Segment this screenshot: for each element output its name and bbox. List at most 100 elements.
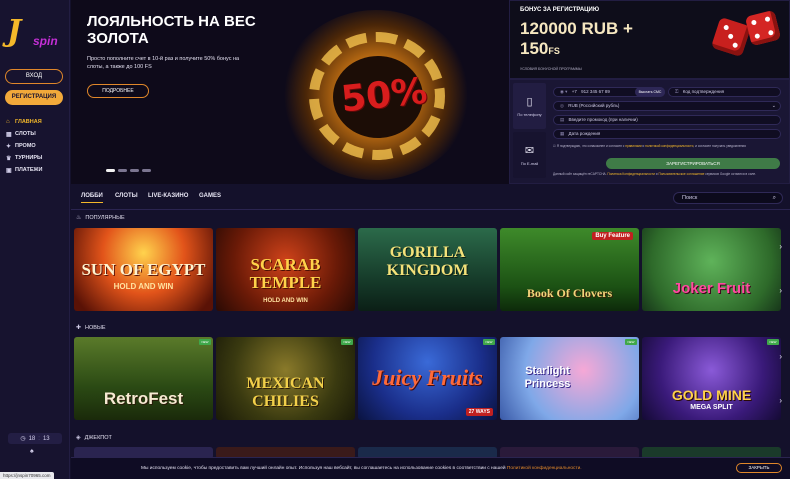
key-icon: ⚿: [675, 89, 679, 94]
code-field[interactable]: ⚿ Код подтверждения: [668, 87, 781, 97]
logo-text: spin: [33, 34, 58, 48]
sidebar-nav: ⌂ ГЛАВНАЯ ▦ СЛОТЫ ✦ ПРОМО ♛ ТУРНИРЫ ▣ ПЛ…: [6, 116, 42, 176]
game-subtitle: HOLD AND WIN: [263, 298, 308, 304]
promo-field[interactable]: ▤ Введите промокод (при наличии): [553, 115, 781, 125]
sidebar-item-label: ТУРНИРЫ: [15, 155, 43, 161]
cookie-text: Мы используем cookie, чтобы предоставить…: [141, 466, 582, 471]
google-terms-link[interactable]: Пользовательское соглашение: [658, 172, 704, 176]
phone-prefix: +7: [571, 89, 577, 94]
bonus-fs-number: 150: [520, 39, 549, 58]
game-card[interactable]: SCARAB TEMPLE HOLD AND WIN: [216, 228, 355, 311]
sidebar-item-label: СЛОТЫ: [15, 131, 36, 137]
clock-separator: :: [38, 435, 40, 442]
tab-lobby[interactable]: ЛОББИ: [81, 193, 103, 203]
send-sms-button[interactable]: Выслать СМС: [635, 87, 665, 97]
jackpot-icon: ◈: [76, 435, 81, 441]
cookie-banner: Мы используем cookie, чтобы предоставить…: [71, 457, 790, 479]
slider-dot[interactable]: [142, 169, 151, 172]
promo-icon: ✦: [6, 143, 12, 150]
consent-checkbox-text[interactable]: ☑ Я подтверждаю, что ознакомлен и соглас…: [553, 144, 785, 148]
chevron-down-icon: ⌄: [771, 103, 776, 109]
scroll-right-icon[interactable]: ›: [779, 396, 782, 405]
scroll-right-icon[interactable]: ›: [779, 242, 782, 251]
game-card[interactable]: NEW GOLD MINE MEGA SPLIT: [642, 337, 781, 420]
bonus-fs-suffix: FS: [548, 46, 560, 56]
phone-value: 912 345 67 89: [581, 89, 610, 94]
hero-banner[interactable]: 50% ЛОЯЛЬНОСТЬ НА ВЕС ЗОЛОТА Просто попо…: [71, 0, 509, 184]
tab-games[interactable]: GAMES: [199, 193, 221, 199]
register-button[interactable]: РЕГИСТРАЦИЯ: [5, 90, 63, 105]
search-placeholder: Поиск: [682, 195, 698, 201]
currency-select[interactable]: ◎ RUB (Российский рубль) ⌄: [553, 101, 781, 111]
calendar-icon: ▦: [560, 131, 565, 136]
login-button[interactable]: ВХОД: [5, 69, 63, 84]
registration-form: ▯ По телефону ✉ По E-mail ◉ ▾ +7 912 345…: [509, 79, 790, 184]
status-url: https://jnspin70965.com: [0, 472, 54, 479]
search-input[interactable]: Поиск ⌕: [673, 192, 783, 204]
game-title: SCARAB TEMPLE: [249, 255, 322, 292]
recaptcha-note: Данный сайт защищён reCAPTCHA. Политика …: [553, 172, 785, 176]
cookie-privacy-link[interactable]: Политикой конфиденциальности.: [507, 466, 582, 471]
game-card[interactable]: Joker Fruit: [642, 228, 781, 311]
clock-hours: 18: [28, 435, 36, 442]
spade-icon[interactable]: ♠: [30, 448, 34, 455]
slider-dot[interactable]: [106, 169, 115, 172]
game-title: SUN OF EGYPT: [81, 260, 206, 279]
new-badge: NEW: [199, 339, 211, 345]
bonus-terms-link[interactable]: УСЛОВИЯ БОНУСНОЙ ПРОГРАММЫ: [520, 67, 582, 71]
sidebar-item-promo[interactable]: ✦ ПРОМО: [6, 140, 42, 152]
hero-more-button[interactable]: ПОДРОБНЕЕ: [87, 84, 149, 98]
divider: [71, 209, 790, 210]
birthdate-placeholder: Дата рождения: [568, 131, 601, 136]
sidebar-item-home[interactable]: ⌂ ГЛАВНАЯ: [6, 116, 42, 128]
tab-phone[interactable]: ▯ По телефону: [513, 83, 546, 129]
logo[interactable]: J spin: [7, 14, 59, 56]
google-privacy-link[interactable]: Политика Конфиденциальности: [607, 172, 654, 176]
game-card[interactable]: NEW Juicy Fruits 27 WAYS: [358, 337, 497, 420]
scroll-right-icon[interactable]: ›: [779, 352, 782, 361]
game-subtitle: MEGA SPLIT: [690, 404, 733, 411]
section-title: НОВЫЕ: [85, 324, 106, 331]
game-card[interactable]: NEW RetroFest: [74, 337, 213, 420]
slider-dots: [106, 169, 151, 172]
tab-slots[interactable]: СЛОТЫ: [115, 193, 138, 199]
slider-dot[interactable]: [130, 169, 139, 172]
scroll-right-icon[interactable]: ›: [779, 286, 782, 295]
game-card[interactable]: GORILLA KINGDOM: [358, 228, 497, 311]
popular-games-row: SUN OF EGYPT HOLD AND WIN SCARAB TEMPLE …: [74, 228, 781, 311]
game-card[interactable]: SUN OF EGYPT HOLD AND WIN: [74, 228, 213, 311]
mail-icon: ✉: [524, 145, 535, 157]
cookie-close-button[interactable]: ЗАКРЫТЬ: [736, 463, 782, 473]
rules-link[interactable]: правилами: [625, 144, 641, 148]
new-icon: ✚: [76, 325, 82, 331]
game-card[interactable]: NEW MEXICAN CHILIES: [216, 337, 355, 420]
game-title: Joker Fruit: [672, 280, 751, 297]
currency-icon: ◎: [560, 103, 564, 108]
buy-feature-badge: Buy Feature: [592, 232, 633, 240]
game-title: RetroFest: [103, 389, 184, 408]
hero-title: ЛОЯЛЬНОСТЬ НА ВЕС ЗОЛОТА: [87, 13, 256, 47]
game-card[interactable]: NEW Starlight Princess: [500, 337, 639, 420]
search-icon[interactable]: ⌕: [773, 193, 776, 203]
sidebar-item-tournaments[interactable]: ♛ ТУРНИРЫ: [6, 152, 42, 164]
sidebar-item-slots[interactable]: ▦ СЛОТЫ: [6, 128, 42, 140]
game-title: Starlight Princess: [524, 365, 571, 390]
section-title: ДЖЕКПОТ: [84, 434, 112, 441]
tab-email[interactable]: ✉ По E-mail: [513, 132, 546, 178]
privacy-link[interactable]: политикой конфиденциальности: [645, 144, 693, 148]
sidebar-item-payments[interactable]: ▣ ПЛАТЕЖИ: [6, 164, 42, 176]
tab-live-casino[interactable]: LIVE-КАЗИНО: [148, 193, 188, 199]
gift-icon: ▤: [560, 117, 565, 122]
game-card[interactable]: Buy Feature Book Of Clovers: [500, 228, 639, 311]
ways-badge: 27 WAYS: [465, 408, 493, 416]
birthdate-field[interactable]: ▦ Дата рождения: [553, 129, 781, 139]
slider-dot[interactable]: [118, 169, 127, 172]
clock-icon: ◷: [20, 436, 26, 442]
section-jackpot-header: ◈ ДЖЕКПОТ: [76, 434, 112, 442]
new-badge: NEW: [767, 339, 779, 345]
section-popular-header: ♨ ПОПУЛЯРНЫЕ: [76, 214, 125, 222]
game-title: MEXICAN CHILIES: [246, 375, 325, 410]
game-title: Book Of Clovers: [526, 286, 613, 300]
promo-placeholder: Введите промокод (при наличии): [568, 117, 638, 122]
submit-register-button[interactable]: ЗАРЕГИСТРИРОВАТЬСЯ: [606, 158, 780, 169]
